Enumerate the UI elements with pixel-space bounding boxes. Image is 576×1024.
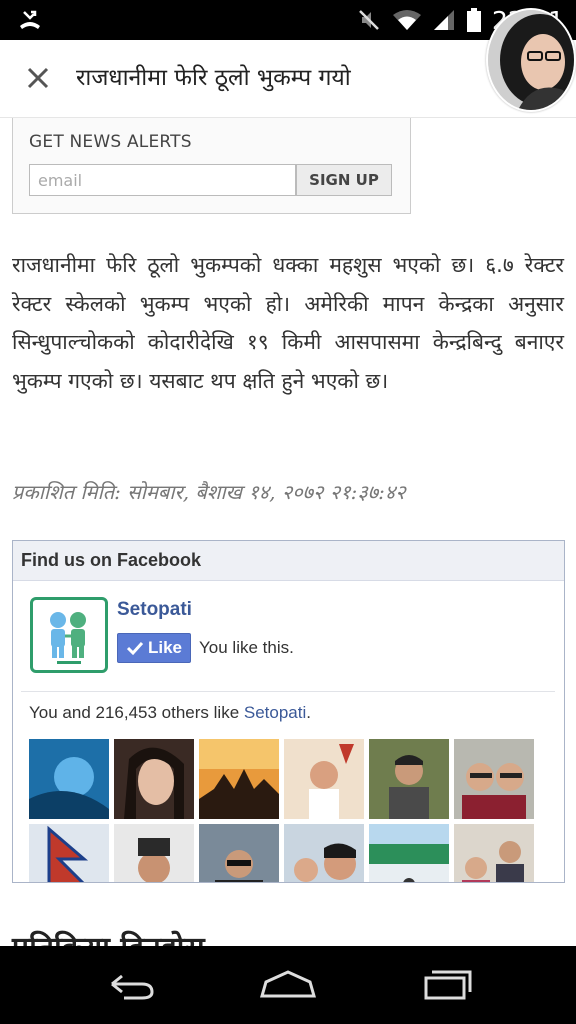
recent-apps-icon[interactable] [418,964,478,1004]
friend-face[interactable] [454,824,534,882]
friend-face[interactable] [284,824,364,882]
sign-up-button[interactable]: SIGN UP [296,164,392,196]
you-like-text: You like this. [199,638,294,657]
back-icon[interactable] [98,964,158,1004]
checkmark-icon [126,641,144,656]
article-content: GET NEWS ALERTS SIGN UP राजधानीमा फेरि ठ… [0,118,576,946]
like-count-page-link[interactable]: Setopati [244,703,306,722]
divider [21,691,555,692]
like-count-suffix: . [306,703,311,722]
avatar-image [488,10,574,110]
friend-face[interactable] [114,739,194,819]
setopati-logo[interactable] [30,597,108,673]
friend-face[interactable] [29,824,109,882]
facebook-box-header: Find us on Facebook [13,541,564,581]
article-body: राजधानीमा फेरि ठूलो भुकम्पको धक्का महशुस… [12,253,564,393]
facebook-like-box: Find us on Facebook Setopati Like You li… [12,540,565,883]
friend-face[interactable] [199,824,279,882]
home-icon[interactable] [258,964,318,1004]
like-count-text: You and 216,453 others like Setopati. [29,703,311,723]
like-count-prefix: You and 216,453 others like [29,703,244,722]
friend-face[interactable] [114,824,194,882]
facebook-like-button[interactable]: Like [117,633,191,663]
news-alerts-title: GET NEWS ALERTS [29,132,192,152]
signal-icon [433,10,454,30]
battery-icon [466,8,481,32]
friend-face[interactable] [454,739,534,819]
missed-call-icon [20,10,40,29]
friend-face[interactable] [369,824,449,882]
mute-icon [359,10,379,30]
comments-heading: प्रतिक्रिया दिनुहोस [12,926,205,946]
facebook-page-name[interactable]: Setopati [117,599,192,621]
friend-face[interactable] [199,739,279,819]
navigation-bar [0,946,576,1024]
avatar[interactable] [486,8,576,112]
wifi-icon [392,10,421,30]
friend-face[interactable] [369,739,449,819]
published-date: प्रकाशित मिति: सोमबार, बैशाख १४, २०७२ २१… [12,480,406,504]
news-alerts-widget: GET NEWS ALERTS SIGN UP [12,118,411,214]
friend-face[interactable] [284,739,364,819]
close-icon[interactable] [20,60,56,96]
status-bar: 22:01 [0,0,576,40]
email-field[interactable] [29,164,296,196]
like-label: Like [147,638,183,657]
page-title: राजधानीमा फेरि ठूलो भुकम्प गयो [76,65,351,91]
setopati-logo-icon [50,612,86,664]
friend-face[interactable] [29,739,109,819]
